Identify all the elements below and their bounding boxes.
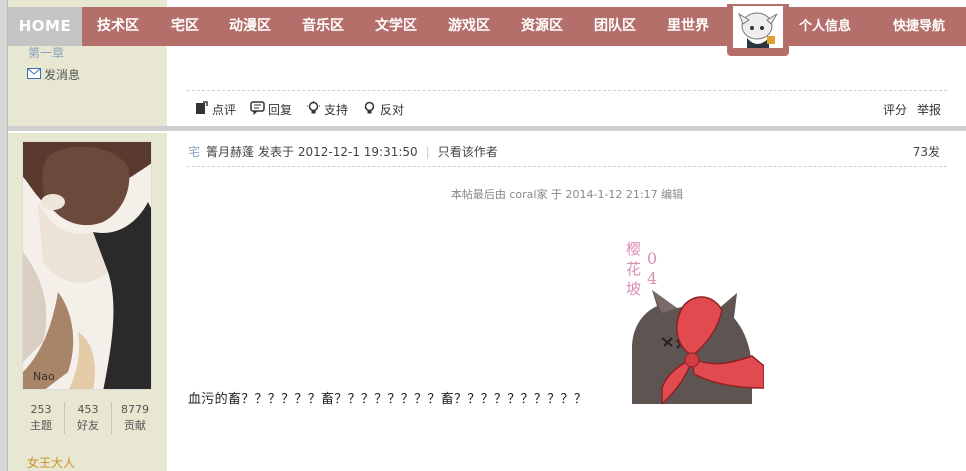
- post-sticker-image: 樱 花 坡 0 4: [622, 238, 765, 406]
- author-stats: 253 主题 453 好友 8779 贡献: [18, 402, 158, 434]
- stat-threads-label: 主题: [30, 419, 52, 432]
- rate-link[interactable]: 评分: [883, 101, 907, 118]
- post-action-bar: 点评 回复 支持 反对: [194, 101, 404, 118]
- report-link[interactable]: 举报: [917, 101, 941, 118]
- sticker-text-5: 4: [647, 269, 657, 288]
- reply-icon: [250, 101, 265, 118]
- send-message-link[interactable]: 发消息: [27, 66, 80, 83]
- top-navbar: HOME 技术区 宅区 动漫区 音乐区 文学区 游戏区 资源区 团队区 里世界 …: [8, 4, 966, 56]
- stat-threads[interactable]: 253 主题: [18, 402, 65, 434]
- nav-item-music[interactable]: 音乐区: [302, 7, 344, 46]
- nav-item-games[interactable]: 游戏区: [448, 7, 490, 46]
- stat-threads-value: 253: [30, 403, 52, 416]
- comment-icon: [194, 101, 209, 118]
- user-avatar[interactable]: [733, 6, 783, 48]
- stat-contribution[interactable]: 8779 贡献: [112, 402, 158, 434]
- stat-contribution-value: 8779: [121, 403, 149, 416]
- prev-author-link[interactable]: 第一章: [28, 44, 64, 61]
- user-avatar-tab[interactable]: [727, 4, 789, 56]
- stat-friends[interactable]: 453 好友: [65, 402, 112, 434]
- nav-item-tech[interactable]: 技术区: [97, 7, 139, 46]
- lightbulb-off-icon: [362, 101, 377, 118]
- post-timestamp: 发表于 2012-12-1 19:31:50: [258, 145, 418, 159]
- online-status-tag: 宅: [188, 145, 201, 159]
- oppose-label: 反对: [380, 103, 405, 117]
- send-message-label: 发消息: [44, 68, 81, 82]
- post-separator: [8, 126, 966, 131]
- post-floor-number[interactable]: 73发: [913, 143, 940, 160]
- nav-profile[interactable]: 个人信息: [799, 7, 851, 46]
- post-body-text: 血污的畜？？？？？？畜？？？？？？？？畜？？？？？？？？？？: [188, 392, 588, 407]
- only-author-link[interactable]: 只看该作者: [438, 143, 498, 160]
- nav-quick-nav[interactable]: 快捷导航: [893, 7, 945, 46]
- edit-note: 本帖最后由 coral家 于 2014-1-12 21:17 编辑: [450, 188, 684, 201]
- nav-item-literature[interactable]: 文学区: [375, 7, 417, 46]
- nav-item-teams[interactable]: 团队区: [594, 7, 636, 46]
- sticker-text-3: 坡: [626, 280, 641, 298]
- post-author-name[interactable]: 箐月赫蓬: [206, 143, 254, 160]
- nav-item-inner-world[interactable]: 里世界: [667, 7, 709, 46]
- nav-item-resources[interactable]: 资源区: [521, 7, 563, 46]
- nav-item-otaku[interactable]: 宅区: [171, 7, 199, 46]
- stat-friends-label: 好友: [77, 419, 99, 432]
- post-header: 宅 箐月赫蓬 发表于 2012-12-1 19:31:50 | 只看该作者: [188, 143, 498, 160]
- envelope-icon: [27, 67, 41, 82]
- sticker-text-1: 樱: [626, 240, 641, 258]
- sticker-text-2: 花: [626, 260, 641, 278]
- nav-home[interactable]: HOME: [8, 7, 82, 46]
- stat-friends-value: 453: [77, 403, 99, 416]
- reply-label: 回复: [268, 103, 293, 117]
- comment-label: 点评: [212, 103, 237, 117]
- post-header-divider: [187, 166, 947, 167]
- support-button[interactable]: 支持: [306, 101, 348, 118]
- window-left-edge: [0, 0, 8, 471]
- header-pipe-divider: |: [425, 144, 430, 159]
- lightbulb-icon: [306, 101, 321, 118]
- divider: [187, 90, 947, 91]
- reply-button[interactable]: 回复: [250, 101, 292, 118]
- comment-button[interactable]: 点评: [194, 101, 236, 118]
- author-rank-title: 女王大人: [27, 456, 76, 470]
- avatar-caption: Nao: [33, 370, 55, 383]
- oppose-button[interactable]: 反对: [362, 101, 404, 118]
- support-label: 支持: [324, 103, 349, 117]
- author-avatar[interactable]: Nao: [22, 141, 152, 390]
- sticker-text-4: 0: [647, 249, 657, 268]
- nav-item-anime[interactable]: 动漫区: [229, 7, 271, 46]
- stat-contribution-label: 贡献: [124, 419, 146, 432]
